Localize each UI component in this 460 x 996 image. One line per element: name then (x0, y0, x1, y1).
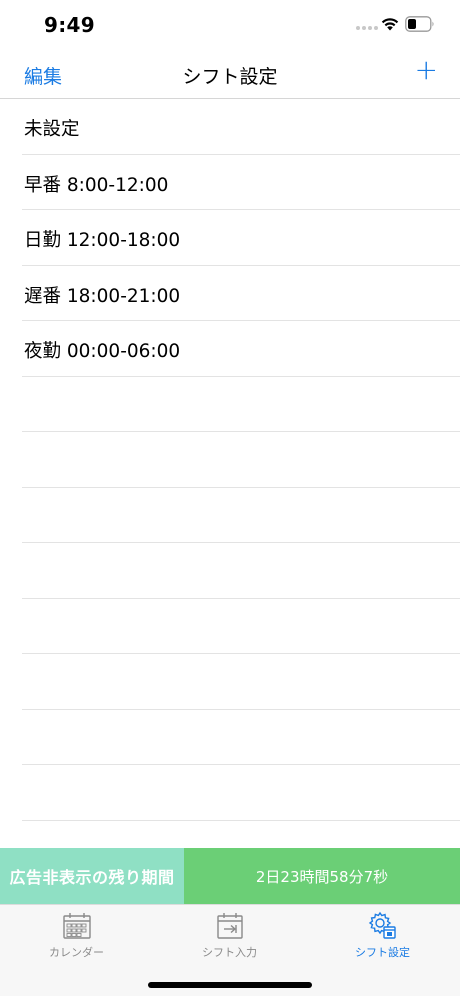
status-time: 9:49 (44, 13, 95, 37)
calendar-icon (62, 913, 91, 939)
empty-row (22, 765, 460, 821)
shift-label: 早番 8:00-12:00 (24, 174, 169, 196)
battery-icon (405, 16, 434, 32)
navigation-bar: 編集 シフト設定 + (0, 50, 460, 99)
empty-row (22, 543, 460, 599)
tab-label: シフト設定 (355, 946, 410, 959)
empty-row (22, 599, 460, 654)
list-item[interactable]: 夜勤 00:00-06:00 (22, 321, 460, 377)
signal-dots-icon (356, 26, 378, 30)
empty-row (22, 654, 460, 710)
home-indicator[interactable] (148, 982, 312, 988)
empty-row (22, 377, 460, 432)
tab-label: シフト入力 (202, 946, 257, 959)
list-item[interactable]: 日勤 12:00-18:00 (22, 210, 460, 266)
empty-row (22, 488, 460, 543)
page-title: シフト設定 (182, 66, 278, 88)
status-bar: 9:49 (0, 0, 460, 50)
empty-row (22, 432, 460, 488)
shift-label: 夜勤 00:00-06:00 (24, 341, 181, 362)
gear-settings-icon (368, 911, 396, 939)
ad-free-banner[interactable]: 広告非表示の残り期間 2日23時間58分7秒 (0, 848, 460, 904)
shift-label: 日勤 12:00-18:00 (24, 230, 181, 251)
tab-label: カレンダー (49, 946, 104, 959)
ad-free-label: 広告非表示の残り期間 (0, 848, 184, 904)
app-screen: 9:49 編集 シフト設定 + 未設定 早番 8:00-12:00 日勤 12:… (0, 0, 460, 996)
list-item[interactable]: 早番 8:00-12:00 (22, 155, 460, 210)
ad-free-remaining: 2日23時間58分7秒 (184, 848, 460, 904)
tab-shift-input[interactable]: シフト入力 (153, 911, 306, 960)
list-item[interactable]: 遅番 18:00-21:00 (22, 266, 460, 321)
shift-label: 遅番 18:00-21:00 (24, 285, 181, 307)
tab-shift-settings[interactable]: シフト設定 (306, 911, 459, 960)
empty-row (22, 710, 460, 765)
add-shift-button[interactable]: + (415, 56, 438, 84)
shift-label: 未設定 (24, 119, 80, 140)
shift-list: 未設定 早番 8:00-12:00 日勤 12:00-18:00 遅番 18:0… (0, 99, 460, 821)
list-item[interactable]: 未設定 (22, 99, 460, 155)
tab-calendar[interactable]: カレンダー (0, 911, 153, 960)
shift-input-icon (216, 913, 243, 939)
wifi-icon (381, 18, 399, 31)
